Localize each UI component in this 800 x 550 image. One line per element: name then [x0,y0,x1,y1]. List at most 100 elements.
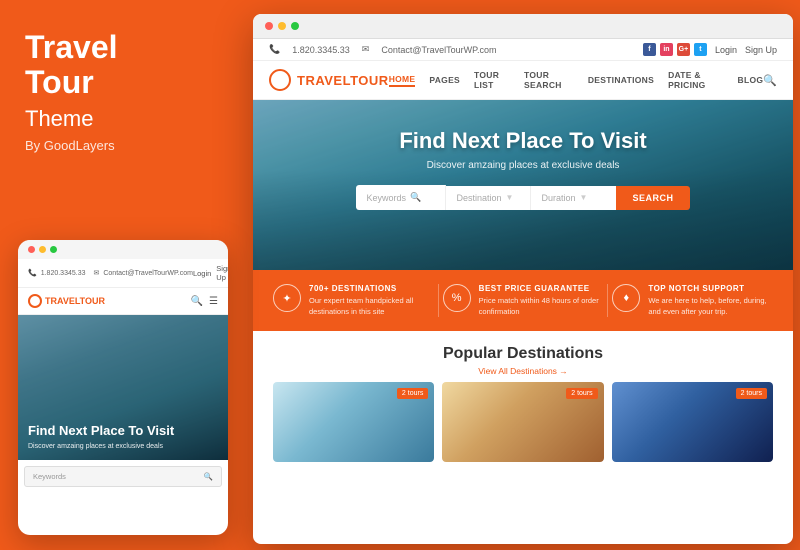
site-logo: TRAVELTOUR [269,69,389,91]
browser-window: 📞 1.820.3345.33 ✉ Contact@TravelTourWP.c… [253,14,793,544]
feature-support-title: TOP NOTCH SUPPORT [648,284,773,293]
nav-tour-list[interactable]: TOUR LIST [474,70,510,90]
feature-price-title: BEST PRICE GUARANTEE [479,284,604,293]
mobile-hero-title: Find Next Place To Visit [28,423,174,439]
dest-card-1[interactable]: 2 tours [273,382,434,462]
mobile-hero: Find Next Place To Visit Discover amzain… [18,315,228,460]
feature-support: ♦ TOP NOTCH SUPPORT We are here to help,… [612,284,773,317]
site-email: Contact@TravelTourWP.com [381,45,496,55]
mobile-header-right: Login Sign Up [193,264,228,282]
mobile-nav: TRAVELTOUR 🔍 ☰ [18,288,228,315]
browser-dot-yellow [278,22,286,30]
mobile-email-text: Contact@TravelTourWP.com [103,270,193,277]
nav-date-pricing[interactable]: DATE & PRICING [668,70,723,90]
popular-header: Popular Destinations View All Destinatio… [273,345,773,376]
mobile-mockup: 📞 1.820.3345.33 ✉ Contact@TravelTourWP.c… [18,240,228,535]
mobile-login-link[interactable]: Login [193,269,211,278]
site-auth-links: Login Sign Up [715,45,777,55]
mobile-search-placeholder: Keywords [33,472,66,481]
site-social-icons: f in G+ t [643,43,707,56]
mobile-top-bar [18,240,228,259]
dest-card-badge-1: 2 tours [397,388,428,399]
twitter-icon[interactable]: t [694,43,707,56]
brand-by: By GoodLayers [25,138,220,153]
mobile-search-icon-small: 🔍 [204,472,213,481]
feature-support-icon: ♦ [612,284,640,312]
site-hero-search: Keywords 🔍 Destination ▼ Duration ▼ Sear… [273,185,773,210]
feature-destinations-icon: ✦ [273,284,301,312]
mobile-logo-circle [28,294,42,308]
feature-support-text: TOP NOTCH SUPPORT We are here to help, b… [648,284,773,317]
site-phone: 1.820.3345.33 [292,45,350,55]
feature-price-desc: Price match within 48 hours of order con… [479,296,604,317]
destination-cards: 2 tours 2 tours 2 tours [273,382,773,462]
mobile-search-bar[interactable]: Keywords 🔍 [24,466,222,487]
mobile-header-icons: 📞 1.820.3345.33 ✉ Contact@TravelTourWP.c… [28,269,193,277]
facebook-icon[interactable]: f [643,43,656,56]
mobile-email-icon: ✉ [93,269,99,277]
browser-dot-red [265,22,273,30]
browser-dot-green [291,22,299,30]
search-destination-field[interactable]: Destination ▼ [446,186,531,210]
mobile-header-bar: 📞 1.820.3345.33 ✉ Contact@TravelTourWP.c… [18,259,228,288]
nav-blog[interactable]: BLOG [738,75,764,85]
mobile-logo-text: TRAVELTOUR [45,296,105,306]
destination-arrow-icon: ▼ [506,193,514,202]
site-email-icon: ✉ [362,44,370,55]
feature-divider-1 [438,284,439,317]
feature-price: % BEST PRICE GUARANTEE Price match withi… [443,284,604,317]
site-login-link[interactable]: Login [715,45,737,55]
search-duration-field[interactable]: Duration ▼ [531,186,616,210]
nav-tour-search[interactable]: TOUR SEARCH [524,70,574,90]
site-hero: Find Next Place To Visit Discover amzain… [253,100,793,270]
feature-price-text: BEST PRICE GUARANTEE Price match within … [479,284,604,317]
features-bar: ✦ 700+ DESTINATIONS Our expert team hand… [253,270,793,331]
feature-destinations: ✦ 700+ DESTINATIONS Our expert team hand… [273,284,434,317]
site-top-bar: 📞 1.820.3345.33 ✉ Contact@TravelTourWP.c… [253,39,793,61]
mobile-phone-text: 1.820.3345.33 [41,270,86,277]
site-hero-content: Find Next Place To Visit Discover amzain… [253,100,793,210]
brand-title-text: Travel Tour [25,30,220,100]
mobile-dot-yellow [39,246,46,253]
duration-arrow-icon: ▼ [580,193,588,202]
dest-card-badge-3: 2 tours [736,388,767,399]
instagram-icon[interactable]: in [660,43,673,56]
dest-card-badge-2: 2 tours [566,388,597,399]
feature-support-desc: We are here to help, before, during, and… [648,296,773,317]
site-phone-icon: 📞 [269,44,280,55]
view-all-link[interactable]: View All Destinations → [273,366,773,376]
feature-destinations-desc: Our expert team handpicked all destinati… [309,296,434,317]
site-top-bar-left: 📞 1.820.3345.33 ✉ Contact@TravelTourWP.c… [269,44,497,55]
mobile-nav-icons: 🔍 ☰ [191,296,218,307]
site-top-bar-right: f in G+ t Login Sign Up [643,43,777,56]
mobile-dot-green [50,246,57,253]
feature-destinations-title: 700+ DESTINATIONS [309,284,434,293]
dest-card-3[interactable]: 2 tours [612,382,773,462]
mobile-search-icon[interactable]: 🔍 [191,296,203,307]
mobile-signup-link[interactable]: Sign Up [216,264,228,282]
nav-pages[interactable]: PAGES [429,75,460,85]
mobile-phone-icon: 📞 [28,269,37,277]
popular-title: Popular Destinations [273,345,773,363]
site-logo-circle [269,69,291,91]
search-button[interactable]: Search [616,186,689,210]
nav-destinations[interactable]: DESTINATIONS [588,75,654,85]
feature-destinations-text: 700+ DESTINATIONS Our expert team handpi… [309,284,434,317]
site-signup-link[interactable]: Sign Up [745,45,777,55]
dest-card-2[interactable]: 2 tours [442,382,603,462]
site-nav-links: HOME PAGES TOUR LIST TOUR SEARCH DESTINA… [389,70,764,90]
mobile-logo: TRAVELTOUR [28,294,105,308]
google-plus-icon[interactable]: G+ [677,43,690,56]
site-hero-subtitle: Discover amzaing places at exclusive dea… [253,160,793,171]
mobile-hero-sub: Discover amzaing places at exclusive dea… [28,443,163,450]
popular-section: Popular Destinations View All Destinatio… [253,331,793,472]
site-nav-search-icon[interactable]: 🔍 [763,74,777,87]
site-hero-title: Find Next Place To Visit [253,128,793,154]
search-keywords-field[interactable]: Keywords 🔍 [356,185,446,210]
search-duration-text: Duration [541,193,575,203]
mobile-menu-icon[interactable]: ☰ [209,296,218,307]
mobile-dot-red [28,246,35,253]
browser-chrome [253,14,793,39]
nav-home[interactable]: HOME [389,74,416,87]
search-destination-text: Destination [456,193,501,203]
